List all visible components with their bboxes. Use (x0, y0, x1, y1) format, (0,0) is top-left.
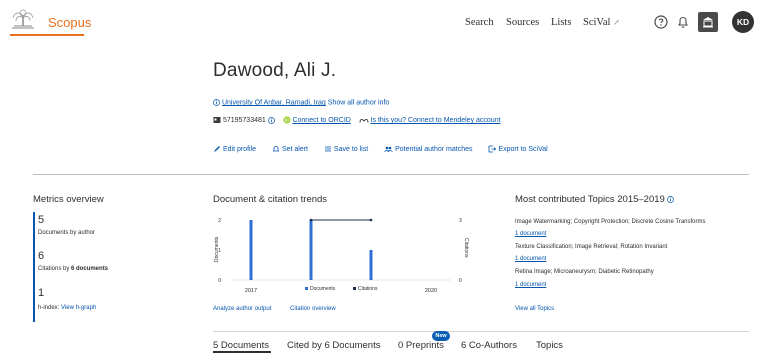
documents-count-label: Documents by author (38, 230, 96, 236)
mendeley-icon (359, 118, 369, 123)
author-name: Dawood, Ali J. (213, 60, 337, 81)
show-all-author-info-link[interactable]: Show all author info (328, 99, 389, 106)
analyze-author-output-link[interactable]: Analyze author output (213, 306, 271, 312)
brand-name[interactable]: Scopus (48, 15, 91, 30)
topic-doc-count[interactable]: 1 document (515, 231, 546, 237)
tab-cited-by[interactable]: Cited by 6 Documents (287, 340, 380, 351)
citations-label-prefix: Citations by (38, 266, 72, 272)
info-icon (213, 99, 220, 106)
id-info-icon[interactable] (267, 116, 275, 124)
h-index-label: h-index: (38, 305, 60, 311)
set-alert-button[interactable]: Set alert (272, 146, 310, 153)
documents-count: 5 (38, 214, 45, 226)
edit-profile-button[interactable]: Edit profile (213, 146, 258, 153)
documents-bar (369, 250, 373, 280)
citations-label-docs: 6 documents (71, 266, 109, 272)
people-icon (384, 146, 393, 153)
citations-point (309, 218, 313, 222)
y-left-tick-label: 2 (218, 218, 221, 224)
elsevier-logo-icon[interactable] (8, 6, 38, 32)
y-right-tick-label: 0 (459, 278, 462, 284)
view-all-topics-link[interactable]: View all Topics (515, 306, 554, 312)
tabs-divider (213, 331, 749, 332)
connect-orcid-link[interactable]: Connect to ORCID (292, 117, 350, 124)
x-tick-label: 2020 (425, 288, 437, 294)
alert-bell-icon (272, 146, 280, 152)
potential-author-matches-label: Potential author matches (395, 145, 473, 153)
documents-bar (309, 220, 313, 280)
document-citation-chart: 01203Documents Citations2017 2020Documents… (214, 218, 469, 294)
nav-scival-label: SciVal (583, 17, 611, 28)
nav-lists[interactable]: Lists (551, 17, 571, 28)
topic-doc-count[interactable]: 1 document (515, 256, 546, 262)
tab-preprints[interactable]: 0 Preprints (398, 340, 444, 351)
topic-doc-count[interactable]: 1 document (515, 282, 546, 288)
h-index-value: 1 (38, 287, 45, 299)
identifier-row: 57195733481 iD Connect to ORCID Is this … (213, 116, 501, 124)
user-avatar[interactable]: KD (732, 11, 754, 33)
bell-icon[interactable] (674, 13, 692, 31)
legend-citations-swatch (353, 287, 356, 290)
documents-bar (249, 220, 253, 280)
affiliation-link[interactable]: University Of Anbar, Ramadi, Iraq (222, 99, 326, 106)
orcid-icon: iD (282, 116, 291, 124)
save-to-list-button[interactable]: Save to list (324, 146, 370, 153)
export-to-scival-label: Export to SciVal (498, 145, 548, 153)
svg-text:iD: iD (284, 118, 289, 123)
author-actions: Edit profile Set alert Save to list Pote… (213, 145, 562, 153)
brand-underline (10, 34, 84, 36)
connect-mendeley-link[interactable]: Is this you? Connect to Mendeley account (371, 117, 501, 124)
y-right-axis-label: Citations (463, 238, 469, 258)
pencil-icon (214, 146, 220, 152)
topic-name[interactable]: Retina Image; Microaneurysm; Diabetic Re… (515, 269, 654, 275)
topics-title: Most contributed Topics 2015–2019 (515, 194, 665, 205)
topic-name[interactable]: Image Watermarking; Copyright Protection… (515, 219, 706, 225)
metrics-accent-bar (33, 212, 35, 322)
x-tick-label: 2017 (245, 288, 257, 294)
id-card-icon (213, 117, 221, 123)
tab-co-authors[interactable]: 6 Co-Authors (461, 340, 517, 351)
tab-topics[interactable]: Topics (536, 340, 563, 351)
scopus-author-id: 57195733481 (222, 116, 266, 124)
nav-scival[interactable]: SciVal ↗ (583, 17, 620, 28)
top-header: Scopus Search Sources Lists SciVal ↗ KD (0, 0, 772, 46)
export-icon (489, 145, 497, 153)
y-right-tick-label: 3 (459, 218, 462, 224)
edit-profile-label: Edit profile (222, 145, 257, 153)
legend-documents-label: Documents (310, 286, 336, 292)
legend-citations-label: Citations (358, 286, 378, 292)
trends-title: Document & citation trends (213, 194, 328, 205)
section-divider (33, 174, 749, 175)
list-icon (324, 146, 331, 152)
nav-search[interactable]: Search (465, 17, 494, 28)
help-icon[interactable] (652, 13, 670, 31)
set-alert-label: Set alert (281, 145, 309, 153)
citation-overview-link[interactable]: Citation overview (290, 306, 336, 312)
citations-count-label: Citations by 6 documents (38, 266, 108, 272)
legend-documents-swatch (305, 287, 308, 290)
nav-sources[interactable]: Sources (506, 17, 539, 28)
topics-info-icon[interactable] (667, 196, 675, 203)
affiliation-row: University Of Anbar, Ramadi, Iraq Show a… (213, 99, 389, 106)
topics-title-row: Most contributed Topics 2015–2019 (515, 194, 675, 205)
citations-point (369, 218, 373, 222)
tab-documents[interactable]: 5 Documents (213, 340, 269, 351)
external-link-icon: ↗ (613, 18, 620, 27)
view-h-graph-link[interactable]: View h-graph (61, 305, 96, 311)
citations-count: 6 (38, 250, 45, 262)
institution-icon[interactable] (698, 12, 718, 32)
y-left-axis-label: Documents (214, 236, 220, 262)
topic-name[interactable]: Texture Classification; Image Retrieval;… (515, 244, 667, 250)
save-to-list-label: Save to list (333, 145, 369, 153)
potential-author-matches-button[interactable]: Potential author matches (384, 146, 474, 153)
metrics-overview-title: Metrics overview (33, 194, 104, 205)
export-to-scival-button[interactable]: Export to SciVal (488, 145, 548, 153)
institution-glyph-icon (703, 17, 713, 28)
y-left-tick-label: 0 (218, 278, 221, 284)
h-index-row: h-index: View h-graph (38, 305, 96, 311)
